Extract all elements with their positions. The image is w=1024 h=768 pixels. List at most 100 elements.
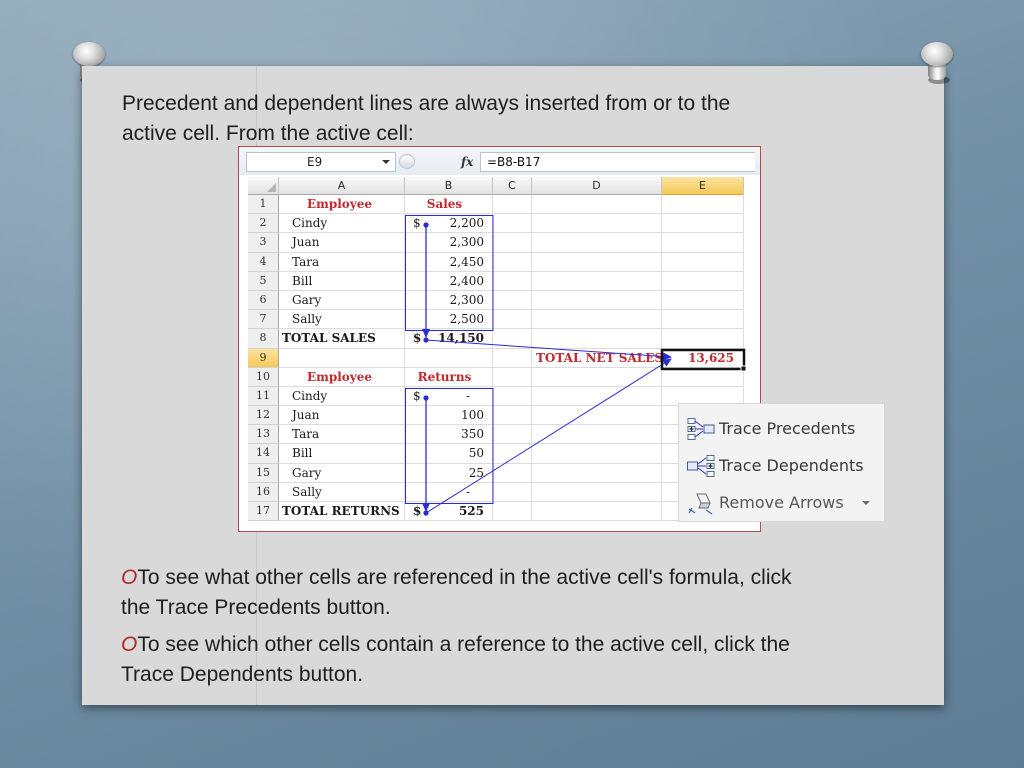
- cell-E4[interactable]: [662, 252, 744, 272]
- cell-A3[interactable]: Juan: [279, 233, 405, 253]
- cell-A15[interactable]: Gary: [279, 463, 405, 483]
- cell-C11[interactable]: [493, 386, 532, 407]
- cell-D6[interactable]: [532, 290, 662, 311]
- row-header-17[interactable]: 17: [248, 502, 279, 522]
- cell-E5[interactable]: [662, 271, 744, 291]
- cell-C10[interactable]: [493, 367, 532, 387]
- cell-D15[interactable]: [532, 463, 662, 483]
- cell-E7[interactable]: [662, 310, 744, 330]
- cell-E1[interactable]: [662, 195, 744, 215]
- cell-E2[interactable]: [662, 214, 744, 234]
- row-header-15[interactable]: 15: [248, 463, 279, 483]
- cell-A13[interactable]: Tara: [279, 425, 405, 445]
- cell-D17[interactable]: [532, 502, 662, 522]
- cell-C13[interactable]: [493, 425, 532, 445]
- cell-D12[interactable]: [532, 406, 662, 426]
- trace-dependents-button[interactable]: Trace Dependents: [679, 450, 884, 482]
- cell-B11[interactable]: $ -: [405, 386, 493, 407]
- cell-C2[interactable]: [493, 214, 532, 234]
- column-header-C[interactable]: C: [493, 177, 532, 195]
- cell-C5[interactable]: [493, 271, 532, 291]
- cell-B16[interactable]: -: [405, 482, 493, 502]
- cell-D1[interactable]: [532, 195, 662, 215]
- row-header-3[interactable]: 3: [248, 233, 279, 253]
- row-header-9[interactable]: 9: [248, 348, 279, 368]
- cell-A12[interactable]: Juan: [279, 406, 405, 426]
- column-header-D[interactable]: D: [532, 177, 662, 195]
- cell-B12[interactable]: 100: [405, 406, 493, 426]
- formula-bar-expand-icon[interactable]: [399, 154, 415, 169]
- row-header-5[interactable]: 5: [248, 271, 279, 291]
- cell-A7[interactable]: Sally: [279, 310, 405, 330]
- row-header-1[interactable]: 1: [248, 195, 279, 215]
- cell-B7[interactable]: 2,500: [405, 310, 493, 330]
- cell-D8[interactable]: [532, 329, 662, 349]
- row-header-16[interactable]: 16: [248, 482, 279, 502]
- cell-B1[interactable]: Sales: [405, 195, 493, 215]
- cell-D14[interactable]: [532, 444, 662, 464]
- cell-B10[interactable]: Returns: [405, 367, 493, 387]
- row-header-10[interactable]: 10: [248, 367, 279, 387]
- cell-C4[interactable]: [493, 252, 532, 272]
- cell-A10[interactable]: Employee: [279, 367, 405, 387]
- cell-B15[interactable]: 25: [405, 463, 493, 483]
- cell-E8[interactable]: [662, 329, 744, 349]
- cell-C3[interactable]: [493, 233, 532, 253]
- cell-A9[interactable]: [279, 348, 405, 368]
- cell-A5[interactable]: Bill: [279, 271, 405, 291]
- cell-D7[interactable]: [532, 310, 662, 330]
- cell-B17[interactable]: $525: [405, 502, 493, 522]
- cell-B2[interactable]: $2,200: [405, 214, 493, 234]
- cell-B5[interactable]: 2,400: [405, 271, 493, 291]
- cell-C7[interactable]: [493, 310, 532, 330]
- cell-B14[interactable]: 50: [405, 444, 493, 464]
- dropdown-arrow-icon[interactable]: [862, 501, 870, 505]
- cell-D4[interactable]: [532, 252, 662, 272]
- cell-E9[interactable]: 13,625: [662, 348, 744, 368]
- name-box[interactable]: E9: [246, 152, 396, 172]
- column-header-A[interactable]: A: [279, 177, 405, 195]
- cell-A17[interactable]: TOTAL RETURNS: [279, 502, 405, 522]
- cell-D10[interactable]: [532, 367, 662, 387]
- cell-B4[interactable]: 2,450: [405, 252, 493, 272]
- cell-D9[interactable]: TOTAL NET SALES: [532, 348, 663, 368]
- chevron-down-icon[interactable]: [382, 160, 390, 164]
- cell-C16[interactable]: [493, 482, 532, 502]
- select-all-button[interactable]: [248, 177, 279, 195]
- row-header-4[interactable]: 4: [248, 252, 279, 272]
- row-header-7[interactable]: 7: [248, 310, 279, 330]
- row-header-8[interactable]: 8: [248, 329, 279, 349]
- row-header-14[interactable]: 14: [248, 444, 279, 464]
- formula-input[interactable]: =B8-B17: [480, 152, 755, 172]
- cell-B3[interactable]: 2,300: [405, 233, 493, 253]
- row-header-11[interactable]: 11: [248, 386, 279, 407]
- cell-D11[interactable]: [532, 386, 662, 407]
- column-header-E[interactable]: E: [662, 177, 744, 195]
- cell-C1[interactable]: [493, 195, 532, 215]
- cell-E10[interactable]: [662, 367, 744, 387]
- row-header-13[interactable]: 13: [248, 425, 279, 445]
- cell-A16[interactable]: Sally: [279, 482, 405, 502]
- cell-B8[interactable]: $14,150: [405, 329, 493, 349]
- cell-C12[interactable]: [493, 406, 532, 426]
- cell-A4[interactable]: Tara: [279, 252, 405, 272]
- row-header-2[interactable]: 2: [248, 214, 279, 234]
- cell-A8[interactable]: TOTAL SALES: [279, 329, 405, 349]
- row-header-12[interactable]: 12: [248, 406, 279, 426]
- cell-D2[interactable]: [532, 214, 662, 234]
- cell-D13[interactable]: [532, 425, 662, 445]
- cell-C17[interactable]: [493, 502, 532, 522]
- cell-E3[interactable]: [662, 233, 744, 253]
- cell-A11[interactable]: Cindy: [279, 386, 405, 407]
- cell-B6[interactable]: 2,300: [405, 290, 493, 311]
- cell-A1[interactable]: Employee: [279, 195, 405, 215]
- cell-A2[interactable]: Cindy: [279, 214, 405, 234]
- cell-D3[interactable]: [532, 233, 662, 253]
- cell-A6[interactable]: Gary: [279, 290, 405, 311]
- cell-A14[interactable]: Bill: [279, 444, 405, 464]
- cell-C9[interactable]: [493, 348, 532, 368]
- column-header-B[interactable]: B: [405, 177, 493, 195]
- cell-C15[interactable]: [493, 463, 532, 483]
- row-header-6[interactable]: 6: [248, 290, 279, 311]
- cell-D16[interactable]: [532, 482, 662, 502]
